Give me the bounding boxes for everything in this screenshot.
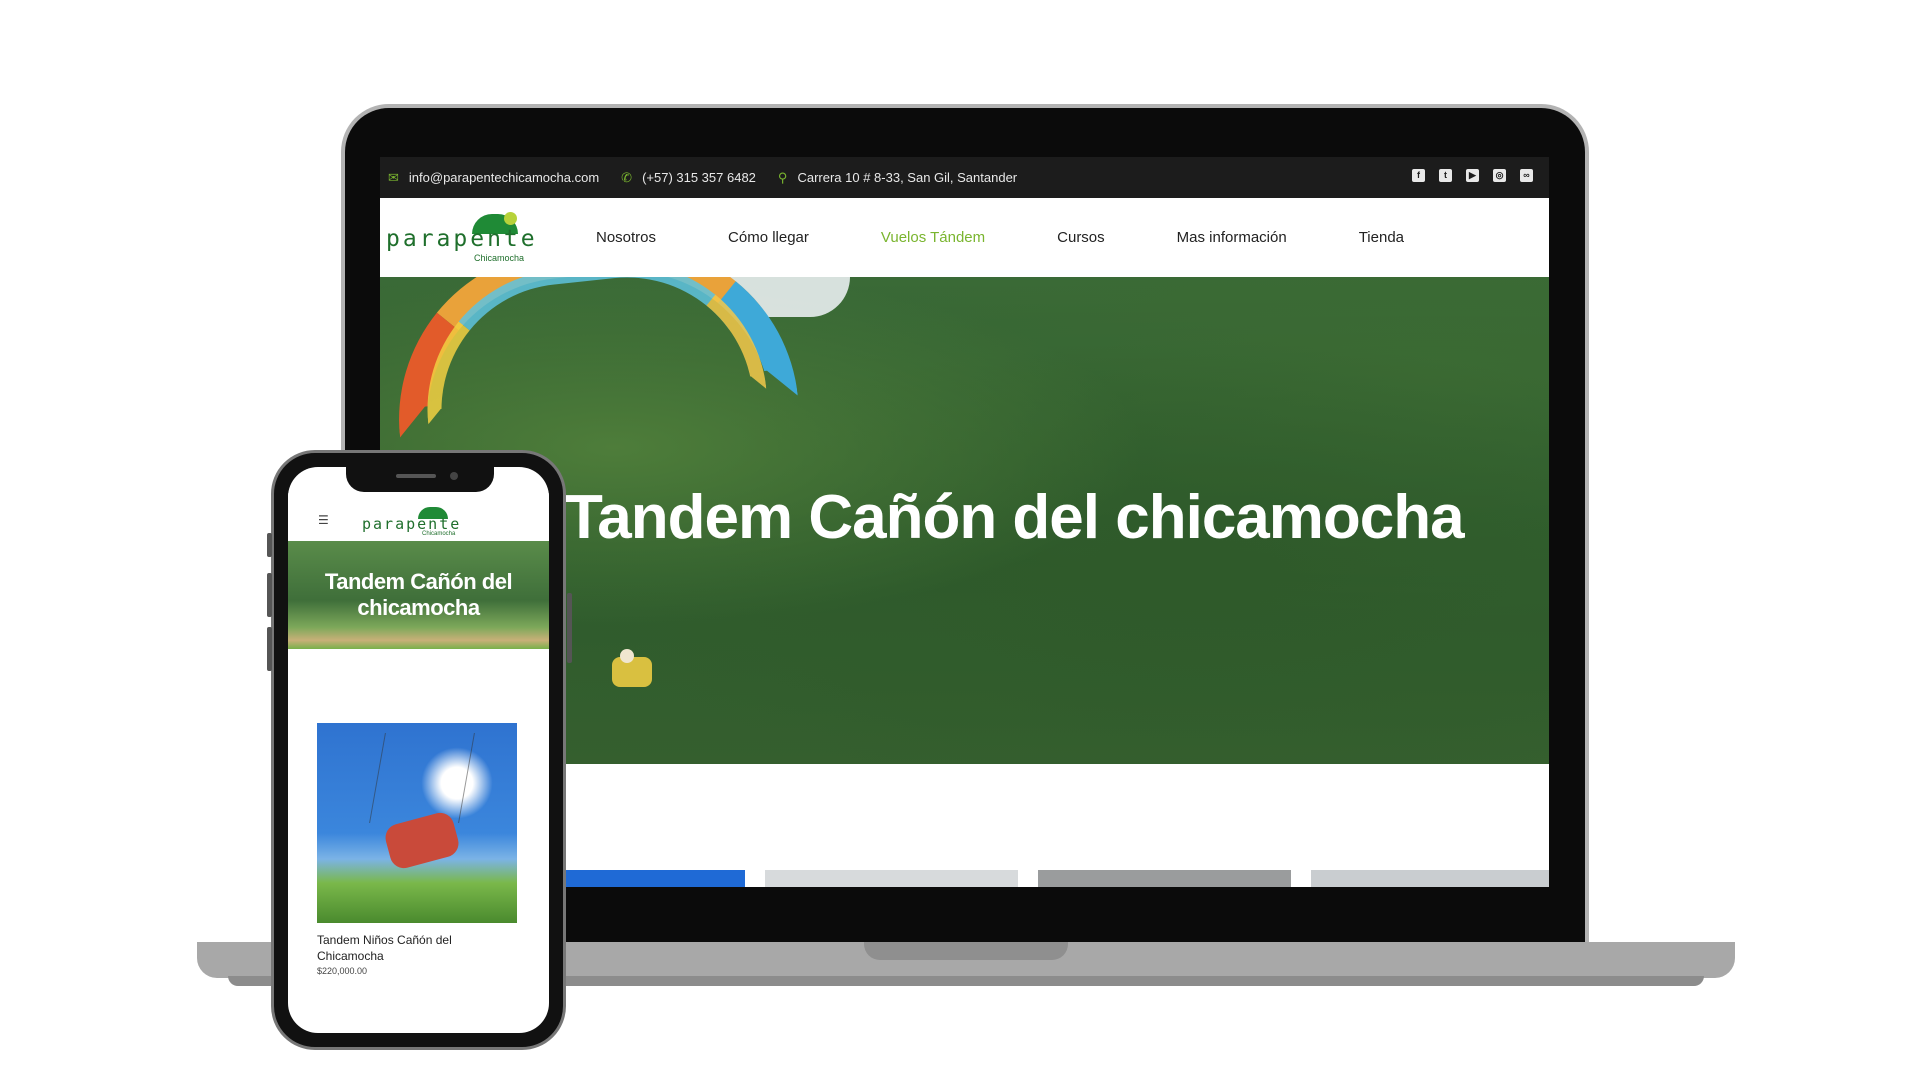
product-thumb-3[interactable] bbox=[1038, 870, 1291, 887]
mobile-logo-sub: Chicamocha bbox=[422, 531, 456, 537]
hero-title: Tandem Cañón del chicamocha bbox=[565, 483, 1465, 552]
product-thumb-4[interactable] bbox=[1311, 870, 1549, 887]
mail-icon: ✉ bbox=[388, 169, 399, 185]
phone-camera bbox=[450, 472, 458, 480]
phone-power-button bbox=[567, 593, 572, 663]
phone-side-button-1 bbox=[267, 533, 272, 557]
mobile-hero-title: Tandem Cañón del chicamocha bbox=[324, 569, 513, 620]
phone-side-button-2 bbox=[267, 573, 272, 617]
mobile-header: ☰ parapente Chicamocha bbox=[288, 493, 549, 541]
nav-item-vuelos-tandem[interactable]: Vuelos Tándem bbox=[881, 229, 985, 246]
product-thumb-2[interactable] bbox=[765, 870, 1018, 887]
topbar-address: ⚲ Carrera 10 # 8-33, San Gil, Santander bbox=[778, 170, 1017, 186]
main-navbar: parapente Chicamocha Nosotros Cómo llega… bbox=[380, 198, 1549, 277]
nav-item-como-llegar[interactable]: Cómo llegar bbox=[728, 229, 809, 246]
product-image[interactable] bbox=[317, 723, 517, 923]
nav-item-mas-informacion[interactable]: Mas información bbox=[1177, 229, 1287, 246]
topbar-phone-text: (+57) 315 357 6482 bbox=[642, 170, 756, 185]
topbar-phone[interactable]: ✆ (+57) 315 357 6482 bbox=[621, 170, 756, 186]
nav-item-tienda[interactable]: Tienda bbox=[1359, 229, 1404, 246]
logo-word: parapente bbox=[386, 225, 538, 252]
topbar-email[interactable]: ✉ info@parapentechicamocha.com bbox=[388, 170, 599, 186]
phone-notch bbox=[346, 467, 494, 492]
product-title[interactable]: Tandem Niños Cañón del Chicamocha bbox=[317, 932, 517, 964]
logo-sub: Chicamocha bbox=[474, 252, 525, 263]
mobile-device: ☰ parapente Chicamocha Tandem Cañón del … bbox=[267, 450, 572, 1050]
mobile-website: ☰ parapente Chicamocha Tandem Cañón del … bbox=[288, 467, 549, 1033]
mobile-logo[interactable]: parapente Chicamocha bbox=[362, 505, 482, 539]
tripadvisor-icon[interactable]: ∞ bbox=[1520, 169, 1533, 182]
location-pin-icon: ⚲ bbox=[777, 169, 788, 185]
topbar-address-text: Carrera 10 # 8-33, San Gil, Santander bbox=[797, 170, 1018, 185]
hamburger-menu-icon[interactable]: ☰ bbox=[318, 513, 329, 527]
phone-speaker bbox=[396, 474, 436, 478]
paraglider-pilot-head bbox=[620, 649, 634, 663]
product-price: $220,000.00 bbox=[317, 966, 368, 976]
topbar-email-text: info@parapentechicamocha.com bbox=[408, 170, 600, 185]
logo-dot bbox=[504, 211, 517, 225]
facebook-icon[interactable]: f bbox=[1412, 169, 1425, 182]
phone-side-button-3 bbox=[267, 627, 272, 671]
twitter-icon[interactable]: t bbox=[1439, 169, 1452, 182]
paraglider-pilot bbox=[612, 657, 652, 687]
nav-item-nosotros[interactable]: Nosotros bbox=[596, 229, 656, 246]
top-info-bar: ✉ info@parapentechicamocha.com ✆ (+57) 3… bbox=[380, 157, 1549, 198]
product-thumb-1[interactable] bbox=[560, 870, 745, 887]
phone-icon: ✆ bbox=[621, 169, 633, 185]
instagram-icon[interactable]: ◎ bbox=[1493, 169, 1506, 182]
nav-item-cursos[interactable]: Cursos bbox=[1057, 229, 1105, 246]
site-logo[interactable]: parapente Chicamocha bbox=[386, 208, 556, 268]
social-links: f t ▶ ◎ ∞ bbox=[1412, 169, 1533, 182]
youtube-icon[interactable]: ▶ bbox=[1466, 169, 1479, 182]
laptop-notch bbox=[864, 942, 1068, 960]
mobile-hero: Tandem Cañón del chicamocha bbox=[288, 541, 549, 649]
paraglider-lines bbox=[369, 733, 475, 823]
nav-menu: Nosotros Cómo llegar Vuelos Tándem Curso… bbox=[596, 229, 1476, 246]
